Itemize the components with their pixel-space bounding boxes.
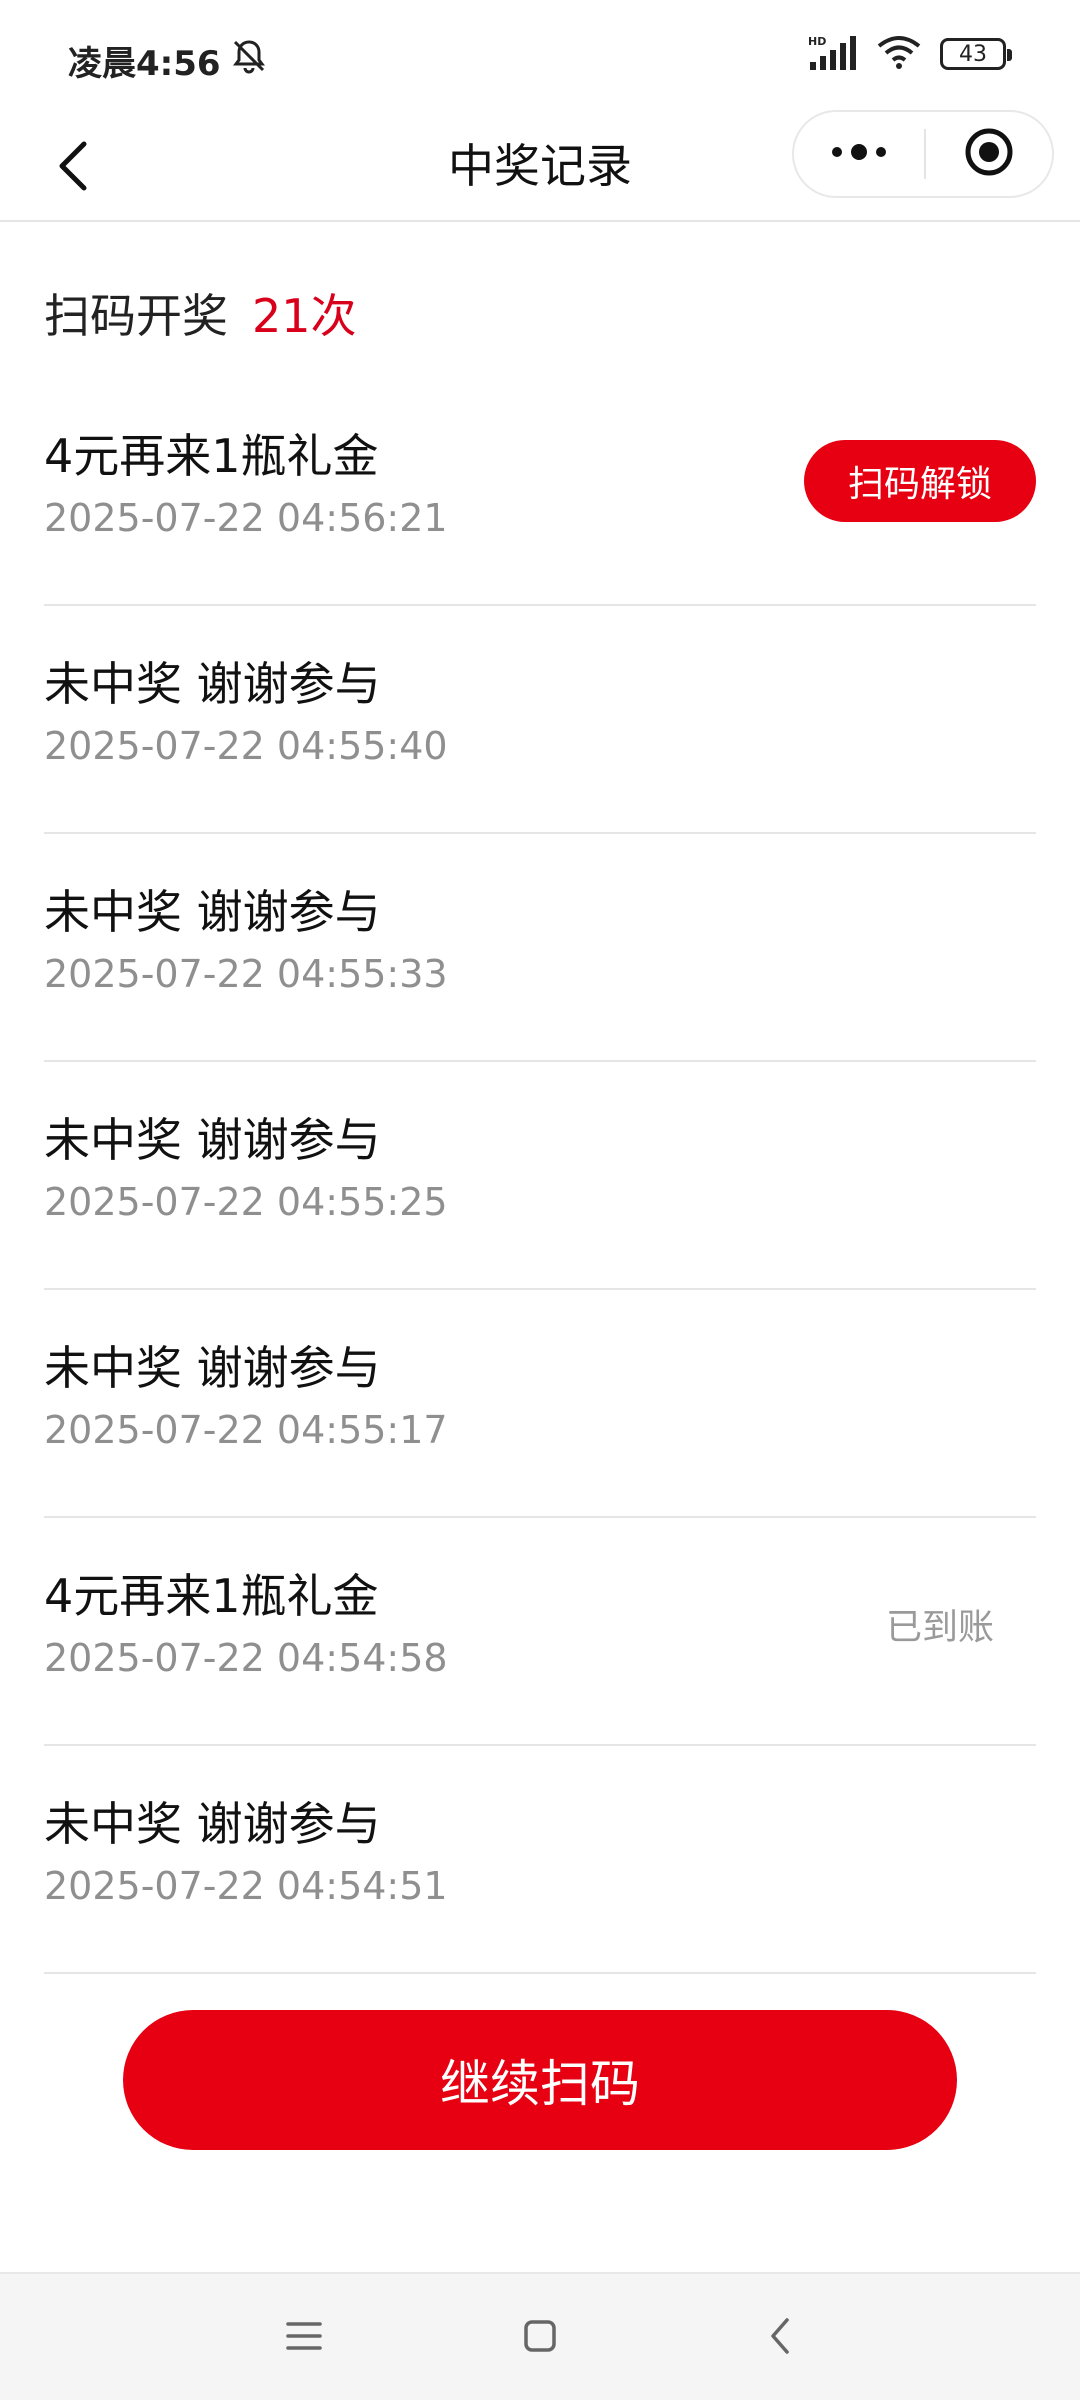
list-item: 4元再来1瓶礼金 2025-07-22 04:56:21 扫码解锁: [44, 378, 1036, 606]
summary-count: 21次: [252, 289, 357, 343]
battery-icon: 43: [940, 38, 1012, 70]
screen: 凌晨4:56 HD 43 中奖记录 扫码开奖 21次 4元再来1瓶礼金 2025…: [0, 0, 1080, 2400]
record-time: 2025-07-22 04:55:17: [44, 1408, 448, 1452]
battery-level: 43: [959, 41, 987, 67]
record-time: 2025-07-22 04:54:58: [44, 1636, 448, 1680]
signal-icon: HD: [808, 34, 858, 74]
summary-label: 扫码开奖: [44, 289, 228, 343]
record-time: 2025-07-22 04:55:25: [44, 1180, 448, 1224]
record-time: 2025-07-22 04:55:33: [44, 952, 448, 996]
status-bar: 凌晨4:56 HD 43: [0, 0, 1080, 110]
more-button[interactable]: [794, 112, 924, 196]
record-title: 未中奖 谢谢参与: [44, 1797, 381, 1851]
nav-bar: 中奖记录: [0, 110, 1080, 222]
bell-muted-icon: [229, 36, 269, 85]
menu-button[interactable]: [272, 2306, 336, 2370]
system-back-button[interactable]: [748, 2306, 812, 2370]
record-time: 2025-07-22 04:55:40: [44, 724, 448, 768]
record-time: 2025-07-22 04:54:51: [44, 1864, 448, 1908]
record-title: 未中奖 谢谢参与: [44, 657, 381, 711]
status-icons: HD 43: [808, 34, 1012, 74]
home-button[interactable]: [508, 2306, 572, 2370]
record-title: 4元再来1瓶礼金: [44, 429, 379, 483]
record-title: 未中奖 谢谢参与: [44, 1341, 381, 1395]
back-icon: [765, 2316, 795, 2360]
list-item: 未中奖 谢谢参与 2025-07-22 04:55:17: [44, 1290, 1036, 1518]
status-time-text: 凌晨4:56: [68, 44, 221, 84]
received-status: 已到账: [885, 1607, 994, 1648]
list-item: 4元再来1瓶礼金 2025-07-22 04:54:58 已到账: [44, 1518, 1036, 1746]
more-dots-icon: [829, 142, 889, 166]
record-time: 2025-07-22 04:56:21: [44, 496, 448, 540]
home-icon: [520, 2316, 560, 2360]
list-item: 未中奖 谢谢参与 2025-07-22 04:55:25: [44, 1062, 1036, 1290]
list-item: 未中奖 谢谢参与 2025-07-22 04:54:51: [44, 1746, 1036, 1974]
list-item: 未中奖 谢谢参与 2025-07-22 04:55:33: [44, 834, 1036, 1062]
close-button[interactable]: [926, 112, 1052, 196]
mini-program-capsule: [792, 110, 1054, 198]
records-list: 4元再来1瓶礼金 2025-07-22 04:56:21 扫码解锁 未中奖 谢谢…: [44, 378, 1036, 1974]
scan-summary: 扫码开奖 21次: [44, 280, 357, 346]
menu-icon: [284, 2318, 324, 2358]
wifi-icon: [876, 34, 922, 74]
list-item: 未中奖 谢谢参与 2025-07-22 04:55:40: [44, 606, 1036, 834]
status-time: 凌晨4:56: [68, 36, 269, 85]
record-title: 4元再来1瓶礼金: [44, 1569, 379, 1623]
continue-scan-button[interactable]: 继续扫码: [123, 2010, 957, 2150]
record-title: 未中奖 谢谢参与: [44, 885, 381, 939]
record-title: 未中奖 谢谢参与: [44, 1113, 381, 1167]
system-nav-bar: [0, 2272, 1080, 2400]
close-circle-icon: [963, 126, 1015, 182]
scan-unlock-button[interactable]: 扫码解锁: [804, 440, 1036, 522]
network-label: HD: [808, 35, 826, 48]
